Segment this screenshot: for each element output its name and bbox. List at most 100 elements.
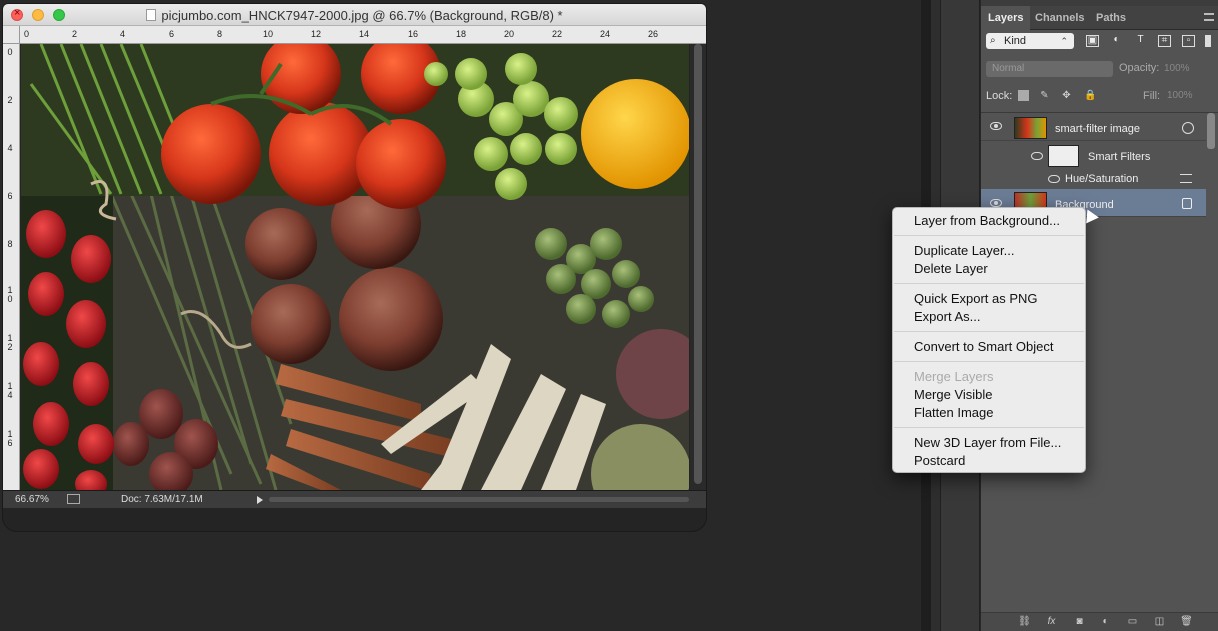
ruler-tick: 6 xyxy=(7,191,13,201)
zoom-level[interactable]: 66.67% xyxy=(15,494,49,505)
vegetables-photo xyxy=(21,44,689,490)
new-layer-icon[interactable]: ◫ xyxy=(1153,616,1166,628)
panel-menu-icon[interactable] xyxy=(1204,13,1214,21)
layers-panel-footer: ⛓ fx ◙ ◐ ▭ ◫ 🗑 xyxy=(981,612,1218,631)
filter-toggle-icon[interactable] xyxy=(1205,35,1211,47)
adjustment-layer-icon[interactable]: ◐ xyxy=(1099,616,1112,628)
vertical-scroll-thumb[interactable] xyxy=(694,44,702,484)
horizontal-scrollbar[interactable] xyxy=(269,497,689,502)
menu-item-merge-layers: Merge Layers xyxy=(914,369,994,384)
tab-channels[interactable]: Channels xyxy=(1028,6,1092,30)
fill-input[interactable]: 100% xyxy=(1167,90,1193,101)
ruler-tick: 6 xyxy=(169,29,175,39)
opacity-label: Opacity: xyxy=(1119,62,1160,74)
ruler-tick: 18 xyxy=(456,29,467,39)
vertical-scrollbar[interactable] xyxy=(690,44,706,490)
menu-item-duplicate-layer[interactable]: Duplicate Layer... xyxy=(914,243,1014,258)
filter-blending-options-icon[interactable] xyxy=(1180,174,1192,183)
ruler-tick: 22 xyxy=(552,29,563,39)
ruler-tick: 1 6 xyxy=(7,429,13,448)
ruler-tick: 20 xyxy=(504,29,515,39)
lock-transparent-icon[interactable] xyxy=(1018,90,1029,101)
lock-position-move-icon[interactable]: ✥ xyxy=(1061,90,1072,101)
menu-item-convert-smart-object[interactable]: Convert to Smart Object xyxy=(914,339,1053,354)
lock-all-icon[interactable]: 🔒 xyxy=(1084,90,1096,101)
lock-image-brush-icon[interactable]: ✎ xyxy=(1039,90,1050,101)
ruler-tick: 0 xyxy=(24,29,30,39)
share-icon[interactable] xyxy=(67,494,80,504)
shape-filter-icon[interactable]: ⌗ xyxy=(1158,35,1171,47)
pixel-filter-icon[interactable]: ▣ xyxy=(1086,35,1099,47)
layer-row-smart-filter-image[interactable]: smart-filter image xyxy=(981,115,1206,141)
layers-scrollbar-thumb[interactable] xyxy=(1207,113,1215,149)
visibility-eye-icon[interactable] xyxy=(1048,175,1060,183)
layer-style-fx-icon[interactable]: fx xyxy=(1045,616,1058,628)
menu-item-delete-layer[interactable]: Delete Layer xyxy=(914,261,988,276)
menu-item-postcard[interactable]: Postcard xyxy=(914,453,965,468)
menu-item-new-3d-layer[interactable]: New 3D Layer from File... xyxy=(914,435,1061,450)
ruler-origin[interactable] xyxy=(3,26,20,44)
ruler-tick: 10 xyxy=(263,29,274,39)
menu-item-export-as[interactable]: Export As... xyxy=(914,309,980,324)
menu-item-merge-visible[interactable]: Merge Visible xyxy=(914,387,993,402)
layer-name[interactable]: Hue/Saturation xyxy=(1065,173,1138,185)
menu-item-flatten-image[interactable]: Flatten Image xyxy=(914,405,994,420)
ruler-tick: 24 xyxy=(600,29,611,39)
menu-item-quick-export-png[interactable]: Quick Export as PNG xyxy=(914,291,1038,306)
ruler-tick: 8 xyxy=(7,239,13,249)
ruler-tick: 26 xyxy=(648,29,659,39)
delete-layer-trash-icon[interactable]: 🗑 xyxy=(1180,616,1193,628)
blend-mode-select[interactable]: Normal xyxy=(986,61,1113,77)
document-title: picjumbo.com_HNCK7947-2000.jpg @ 66.7% (… xyxy=(3,8,706,23)
document-title-text: picjumbo.com_HNCK7947-2000.jpg @ 66.7% (… xyxy=(161,8,563,23)
document-window: picjumbo.com_HNCK7947-2000.jpg @ 66.7% (… xyxy=(3,4,706,531)
layer-context-menu: Layer from Background... Duplicate Layer… xyxy=(892,207,1086,473)
layer-row-smart-filters[interactable]: Smart Filters xyxy=(981,142,1206,171)
image-canvas[interactable] xyxy=(21,44,689,490)
ruler-tick: 8 xyxy=(217,29,223,39)
lock-label: Lock: xyxy=(986,90,1013,102)
tab-paths[interactable]: Paths xyxy=(1089,6,1133,30)
ruler-tick: 12 xyxy=(311,29,322,39)
search-icon: ⌕ xyxy=(990,35,996,46)
visibility-eye-icon[interactable] xyxy=(990,122,1002,130)
layer-name[interactable]: smart-filter image xyxy=(1055,123,1140,135)
adjustment-filter-icon[interactable]: ◐ xyxy=(1110,35,1123,47)
layer-row-hue-saturation[interactable]: Hue/Saturation xyxy=(981,171,1206,189)
document-icon xyxy=(146,9,157,21)
ruler-tick: 14 xyxy=(359,29,370,39)
new-group-folder-icon[interactable]: ▭ xyxy=(1126,616,1139,628)
smart-object-filter-icon[interactable]: ▫ xyxy=(1182,35,1195,47)
layer-lock-icon xyxy=(1182,198,1192,209)
smart-object-badge-icon xyxy=(1182,122,1194,134)
filter-mask-thumbnail[interactable] xyxy=(1048,145,1079,167)
title-bar[interactable]: picjumbo.com_HNCK7947-2000.jpg @ 66.7% (… xyxy=(3,4,706,26)
vertical-ruler[interactable]: 0 2 4 6 8 1 0 1 2 1 4 1 6 xyxy=(3,44,20,490)
ruler-tick: 2 xyxy=(7,95,13,105)
layer-thumbnail xyxy=(1014,117,1047,139)
opacity-input[interactable]: 100% xyxy=(1164,61,1210,77)
tab-layers[interactable]: Layers xyxy=(981,6,1031,30)
ruler-tick: 0 xyxy=(7,47,13,57)
status-menu-arrow-icon[interactable] xyxy=(257,496,263,504)
add-mask-icon[interactable]: ◙ xyxy=(1073,616,1086,628)
menu-separator xyxy=(894,427,1084,428)
ruler-tick: 1 4 xyxy=(7,381,13,400)
filter-kind-select[interactable]: ⌕ Kind xyxy=(986,33,1074,49)
ruler-tick: 1 2 xyxy=(7,333,13,352)
ruler-tick: 1 0 xyxy=(7,285,13,304)
menu-item-layer-from-background[interactable]: Layer from Background... xyxy=(914,213,1060,228)
menu-separator xyxy=(894,331,1084,332)
fill-label: Fill: xyxy=(1143,90,1161,102)
ruler-tick: 2 xyxy=(72,29,78,39)
visibility-eye-icon[interactable] xyxy=(990,199,1002,207)
status-bar: 66.67% Doc: 7.63M/17.1M xyxy=(3,490,706,508)
ruler-tick: 16 xyxy=(408,29,419,39)
menu-separator xyxy=(894,361,1084,362)
type-filter-icon[interactable]: T xyxy=(1134,35,1147,47)
blend-mode-value: Normal xyxy=(992,63,1025,74)
visibility-eye-icon[interactable] xyxy=(1031,152,1043,160)
link-layers-icon[interactable]: ⛓ xyxy=(1018,616,1031,628)
menu-separator xyxy=(894,235,1084,236)
horizontal-ruler[interactable]: 0 2 4 6 8 10 12 14 16 18 20 22 24 26 xyxy=(20,26,706,44)
